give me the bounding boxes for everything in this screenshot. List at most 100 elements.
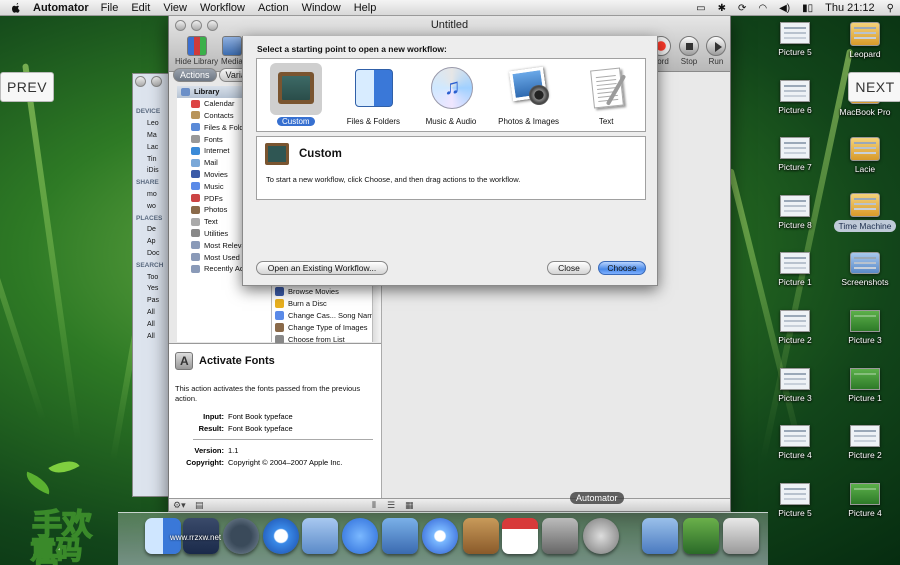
close-window-icon[interactable] xyxy=(135,76,146,87)
dock-iphoto-icon[interactable] xyxy=(382,518,418,554)
desktop-icon[interactable]: Screenshots xyxy=(830,252,900,287)
desktop-icon[interactable]: Picture 3 xyxy=(760,368,830,403)
run-button[interactable]: Run xyxy=(706,36,726,66)
desktop-icon-label: Picture 8 xyxy=(778,220,812,230)
desktop-icon-label: Picture 6 xyxy=(778,105,812,115)
desktop-icon-label: MacBook Pro xyxy=(839,107,891,117)
menu-action[interactable]: Action xyxy=(258,2,289,14)
library-item-label: Internet xyxy=(204,146,230,156)
dock-safari-icon[interactable] xyxy=(263,518,299,554)
dock-applications-folder-icon[interactable] xyxy=(642,518,678,554)
font-book-icon xyxy=(175,352,193,370)
open-existing-workflow-button[interactable]: Open an Existing Workflow... xyxy=(256,261,388,275)
desktop-icon-label: Leopard xyxy=(849,49,881,59)
starting-point-finder[interactable]: Files & Folders xyxy=(335,59,413,131)
desktop-icon[interactable]: Picture 5 xyxy=(760,483,830,518)
display-icon[interactable]: ▭ xyxy=(696,3,705,14)
dock-trash-icon[interactable] xyxy=(723,518,759,554)
hide-library-button[interactable]: Hide Library xyxy=(175,36,218,66)
action-item[interactable]: Browse Movies xyxy=(272,286,372,298)
logo-glyphs: 意码 xyxy=(29,535,83,565)
description-toggle-icon[interactable]: ▤ xyxy=(195,500,204,511)
dock-itunes-icon[interactable] xyxy=(422,518,458,554)
menu-file[interactable]: File xyxy=(101,2,119,14)
dock-automator-icon[interactable] xyxy=(583,518,619,554)
desktop-icon[interactable]: Picture 1 xyxy=(760,252,830,287)
starting-point-cd[interactable]: Music & Audio xyxy=(412,59,490,131)
library-category-icon xyxy=(191,170,200,179)
menu-help[interactable]: Help xyxy=(354,2,377,14)
desktop-icon[interactable]: Picture 7 xyxy=(760,137,830,172)
volume-icon[interactable]: ◀) xyxy=(779,3,790,14)
desktop-icon[interactable]: Picture 3 xyxy=(830,310,900,345)
resize-handle-icon[interactable]: ⦀ xyxy=(372,500,376,511)
desktop-icon-label: Picture 7 xyxy=(778,162,812,172)
close-button[interactable]: Close xyxy=(547,261,591,275)
starting-point-text[interactable]: Text xyxy=(567,59,645,131)
folder-icon xyxy=(850,252,880,274)
desktop-icon[interactable]: Picture 6 xyxy=(760,80,830,115)
desktop-icon[interactable]: Picture 2 xyxy=(760,310,830,345)
spotlight-icon[interactable]: ⚲ xyxy=(887,3,894,14)
menu-edit[interactable]: Edit xyxy=(131,2,150,14)
action-item[interactable]: Burn a Disc xyxy=(272,298,372,310)
copyright-label: Copyright: xyxy=(186,457,224,467)
image-file-icon xyxy=(780,425,810,447)
starting-point-board[interactable]: Custom xyxy=(257,59,335,131)
stop-button[interactable]: Stop xyxy=(679,36,699,66)
library-item-label: Photos xyxy=(204,205,228,215)
image-file-icon xyxy=(850,483,880,505)
bluetooth-icon[interactable]: ✱ xyxy=(718,3,726,14)
desktop-icon-label: Time Machine xyxy=(834,220,896,232)
image-file-icon xyxy=(780,22,810,44)
log-view-icon[interactable]: ▦ xyxy=(405,500,414,511)
starting-point-detail: Custom To start a new workflow, click Ch… xyxy=(256,136,646,200)
minimize-window-icon[interactable] xyxy=(151,76,162,87)
run-label: Run xyxy=(708,57,724,66)
menu-view[interactable]: View xyxy=(163,2,187,14)
sync-icon[interactable]: ⟳ xyxy=(738,3,746,14)
desktop-icon[interactable]: Picture 4 xyxy=(760,425,830,460)
gear-icon[interactable]: ⚙▾ xyxy=(173,500,186,511)
action-item-label: Browse Movies xyxy=(288,287,339,297)
action-icon xyxy=(275,287,284,297)
next-button[interactable]: NEXT xyxy=(848,72,900,102)
wifi-icon[interactable]: ◠ xyxy=(758,3,767,14)
dock-ichat-icon[interactable] xyxy=(342,518,378,554)
desktop-icon[interactable]: Time Machine xyxy=(830,193,900,232)
dock-time-machine-icon[interactable] xyxy=(223,518,259,554)
action-item[interactable]: Change Cas... Song Names xyxy=(272,310,381,322)
desktop-icon[interactable]: Picture 1 xyxy=(830,368,900,403)
dock-system-preferences-icon[interactable] xyxy=(542,518,578,554)
library-category-icon xyxy=(191,194,200,203)
tab-actions[interactable]: Actions xyxy=(173,68,217,82)
starting-point-photos[interactable]: Photos & Images xyxy=(490,59,568,131)
menu-clock[interactable]: Thu 21:12 xyxy=(825,2,875,14)
desktop-icon[interactable]: Lacie xyxy=(830,137,900,174)
dock-address-book-icon[interactable] xyxy=(463,518,499,554)
prev-button[interactable]: PREV xyxy=(0,72,54,102)
desktop-icon[interactable]: Picture 4 xyxy=(830,483,900,518)
starting-point-label: Text xyxy=(598,117,614,126)
desktop-icon[interactable]: Leopard xyxy=(830,22,900,59)
dock-ical-icon[interactable] xyxy=(502,518,538,554)
apple-menu-icon[interactable] xyxy=(9,2,23,14)
dock-pictures-stack-icon[interactable] xyxy=(683,518,719,554)
action-item[interactable]: Change Type of Images xyxy=(272,321,372,333)
media-button[interactable]: Media xyxy=(221,36,243,66)
desktop-icon[interactable]: Picture 8 xyxy=(760,195,830,230)
desktop-icon[interactable]: Picture 5 xyxy=(760,22,830,57)
desktop-icon-label: Picture 1 xyxy=(848,393,882,403)
menu-app-name[interactable]: Automator xyxy=(33,2,89,14)
menu-window[interactable]: Window xyxy=(302,2,341,14)
choose-button[interactable]: Choose xyxy=(598,261,646,275)
menu-workflow[interactable]: Workflow xyxy=(200,2,245,14)
library-category-icon xyxy=(191,253,200,262)
list-view-icon[interactable]: ☰ xyxy=(387,500,395,511)
window-bottom-bar: ⚙▾ ▤ ⦀ ☰ ▦ xyxy=(169,498,730,511)
dock-mail-icon[interactable] xyxy=(302,518,338,554)
desktop-icon[interactable]: Picture 2 xyxy=(830,425,900,460)
starting-point-label: Photos & Images xyxy=(498,117,560,126)
battery-icon[interactable]: ▮▯ xyxy=(802,3,813,14)
actions-scrollbar[interactable] xyxy=(372,286,381,342)
